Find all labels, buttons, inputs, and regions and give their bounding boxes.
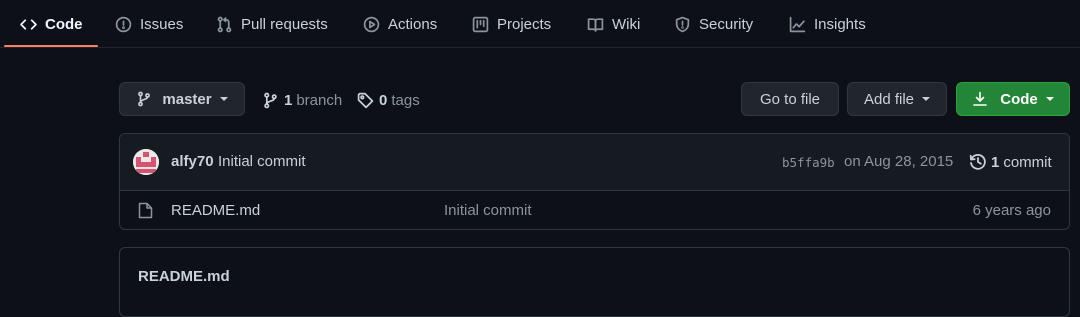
go-to-file-button[interactable]: Go to file	[741, 82, 839, 116]
branch-selector-button[interactable]: master	[119, 82, 245, 116]
file-list: alfy70 Initial commit b5ffa9b on Aug 28,…	[119, 133, 1070, 230]
tab-label: Code	[45, 15, 83, 33]
avatar[interactable]	[133, 149, 159, 175]
tag-label: tags	[391, 91, 420, 109]
tab-insights[interactable]: Insights	[789, 0, 866, 48]
tab-label: Actions	[388, 15, 438, 33]
tab-label: Insights	[814, 15, 866, 33]
play-icon	[363, 16, 380, 32]
tab-wiki[interactable]: Wiki	[587, 0, 640, 48]
commit-count: 1	[991, 153, 1000, 171]
tab-pull-requests[interactable]: Pull requests	[216, 0, 328, 48]
tab-code[interactable]: Code	[20, 0, 83, 48]
code-button-label: Code	[1000, 90, 1038, 108]
chevron-down-icon	[922, 97, 931, 101]
history-icon	[969, 153, 986, 170]
commit-history-link[interactable]: 1 commit	[969, 151, 1052, 173]
identicon-icon	[133, 149, 159, 175]
code-icon	[20, 18, 37, 30]
pull-request-icon	[217, 16, 232, 32]
add-file-label: Add file	[863, 90, 915, 108]
file-icon	[138, 202, 153, 219]
issue-icon	[115, 16, 132, 32]
book-icon	[587, 17, 604, 32]
go-to-file-label: Go to file	[759, 90, 821, 108]
commit-sha[interactable]: b5ffa9b	[782, 155, 835, 170]
download-icon	[973, 91, 988, 106]
commit-date: on Aug 28, 2015	[844, 153, 954, 170]
commit-count-label: commit	[1003, 153, 1052, 171]
tab-projects[interactable]: Projects	[472, 0, 551, 48]
chevron-down-icon	[219, 97, 228, 101]
tab-label: Projects	[497, 15, 552, 33]
tab-actions[interactable]: Actions	[363, 0, 437, 48]
active-tab-indicator	[4, 45, 98, 47]
commit-message[interactable]: Initial commit	[218, 153, 306, 170]
table-row: README.md Initial commit 6 years ago	[120, 191, 1069, 229]
branch-count: 1	[284, 91, 293, 109]
tab-security[interactable]: Security	[674, 0, 753, 48]
tab-issues[interactable]: Issues	[115, 0, 183, 48]
git-branch-icon	[138, 91, 151, 107]
add-file-button[interactable]: Add file	[847, 82, 947, 116]
tab-label: Wiki	[612, 15, 641, 33]
tag-count: 0	[379, 91, 388, 109]
chevron-down-icon	[1045, 97, 1054, 101]
file-name[interactable]: README.md	[171, 202, 260, 219]
tag-icon	[357, 92, 374, 108]
repo-nav: Code Issues Pull requests Actions Projec…	[0, 0, 1080, 48]
tab-label: Pull requests	[241, 15, 328, 33]
tags-link[interactable]: 0 tags	[357, 88, 420, 112]
file-commit-message[interactable]: Initial commit	[444, 202, 532, 219]
shield-icon	[675, 16, 690, 32]
branches-link[interactable]: 1 branch	[262, 88, 342, 112]
graph-icon	[789, 16, 806, 32]
file-age: 6 years ago	[972, 202, 1051, 219]
code-download-button[interactable]: Code	[956, 82, 1070, 116]
readme-title: README.md	[138, 268, 230, 285]
project-icon	[472, 16, 489, 32]
branch-label: branch	[296, 91, 343, 109]
git-branch-icon	[264, 92, 277, 108]
latest-commit-row: alfy70 Initial commit b5ffa9b on Aug 28,…	[120, 134, 1069, 191]
readme-panel: README.md	[119, 247, 1070, 317]
tab-label: Issues	[140, 15, 184, 33]
tab-label: Security	[699, 15, 754, 33]
commit-author[interactable]: alfy70	[171, 153, 214, 170]
branch-selector-label: master	[162, 90, 212, 108]
